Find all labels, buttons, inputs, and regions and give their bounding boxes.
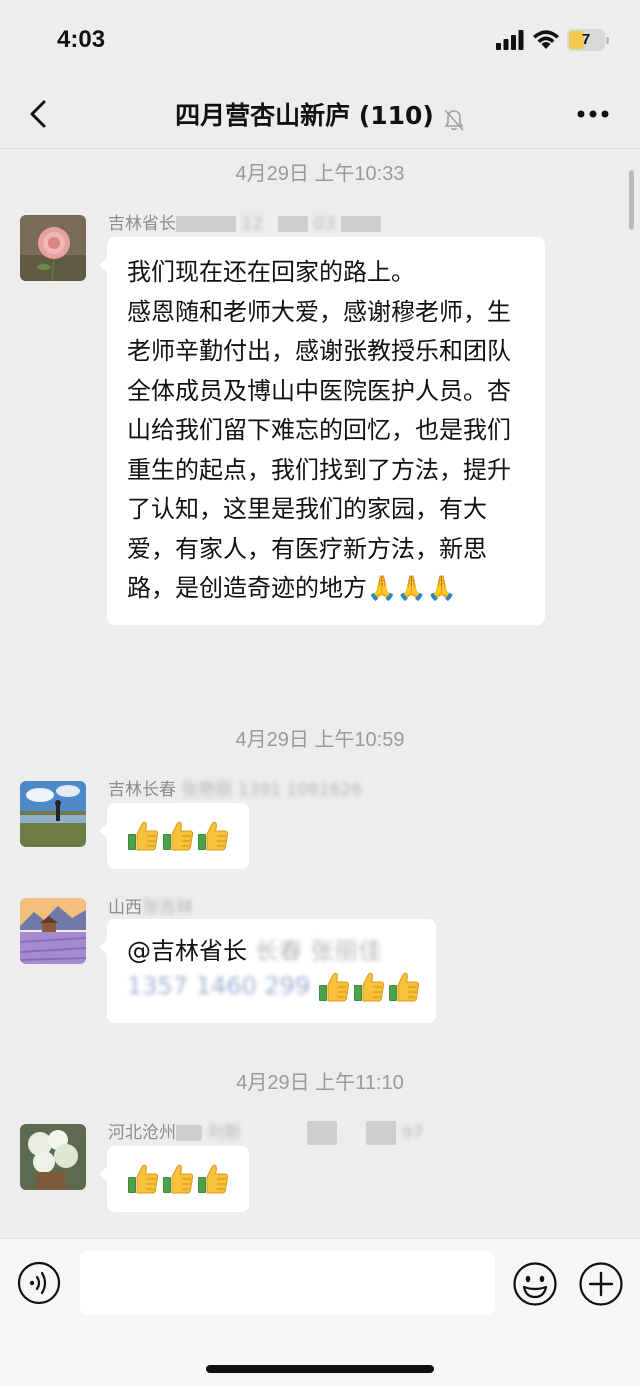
landscape-avatar-image — [20, 781, 86, 847]
rose-avatar-image — [20, 215, 86, 281]
message-timestamp: 4月29日 上午10:33 — [235, 163, 405, 185]
chat-header: 四月营杏山新庐 (110) — [0, 84, 640, 148]
avatar[interactable] — [20, 1124, 86, 1190]
avatar[interactable] — [20, 215, 86, 281]
wifi-icon — [533, 30, 559, 49]
phone-and-emoji-line: 1357 1460 299 👍👍👍 — [127, 971, 423, 1003]
status-bar: 4:03 7 — [0, 0, 640, 84]
thumbs-up-icon — [127, 820, 159, 852]
status-time: 4:03 — [57, 26, 106, 53]
message-timestamp: 4月29日 上午10:59 — [235, 729, 405, 751]
more-icon[interactable] — [572, 99, 614, 129]
message-text: 我们现在还在回家的路上。 感恩随和老师大爱，感谢穆老师，生老师辛勤付出，感谢张教… — [127, 258, 511, 602]
mention-line: @吉林省长 长春 张丽佳 — [127, 937, 383, 965]
message-bubble[interactable]: 我们现在还在回家的路上。 感恩随和老师大爱，感谢穆老师，生老师辛勤付出，感谢张教… — [99, 237, 545, 625]
message-timestamp: 4月29日 上午11:10 — [236, 1072, 404, 1094]
thumbs-up-icon — [197, 1163, 229, 1195]
thumbs-up-icon — [162, 820, 194, 852]
avatar[interactable] — [20, 898, 86, 964]
cellular-signal-icon — [496, 30, 524, 50]
mute-bell-icon — [444, 108, 464, 131]
lavender-field-avatar-image — [20, 898, 86, 964]
voice-input-icon[interactable] — [17, 1261, 61, 1305]
header-divider — [0, 148, 640, 149]
message-bubble[interactable]: @吉林省长 长春 张丽佳 1357 1460 299 👍👍👍 — [99, 919, 436, 1023]
chat-title: 四月营杏山新庐 (110) — [175, 101, 434, 130]
plus-icon[interactable] — [578, 1261, 624, 1307]
thumbs-up-icon — [197, 820, 229, 852]
battery-level: 7 — [581, 31, 591, 48]
thumbs-up-emojis — [107, 1146, 249, 1195]
message-input[interactable] — [80, 1251, 495, 1315]
sender-name: 吉林长春 张艳丽 1391 1081626 — [108, 780, 363, 800]
sender-name: 河北沧州 刘新 97 — [108, 1121, 424, 1145]
message-bubble[interactable] — [99, 803, 249, 869]
battery-icon: 7 — [567, 29, 609, 51]
sender-name: 山西张吉林 — [108, 898, 193, 918]
sender-name: 吉林省长 12 03 — [108, 209, 381, 234]
emoji-icon[interactable] — [512, 1261, 558, 1307]
thumbs-up-icon — [353, 971, 385, 1003]
thumbs-up-emojis — [107, 803, 249, 852]
home-indicator — [206, 1365, 434, 1373]
thumbs-up-icon — [388, 971, 420, 1003]
avatar[interactable] — [20, 781, 86, 847]
input-bar — [0, 1238, 640, 1386]
message-bubble[interactable] — [99, 1146, 249, 1212]
thumbs-up-icon — [318, 971, 350, 1003]
thumbs-up-icon — [162, 1163, 194, 1195]
thumbs-up-icon — [127, 1163, 159, 1195]
flowers-avatar-image — [20, 1124, 86, 1190]
